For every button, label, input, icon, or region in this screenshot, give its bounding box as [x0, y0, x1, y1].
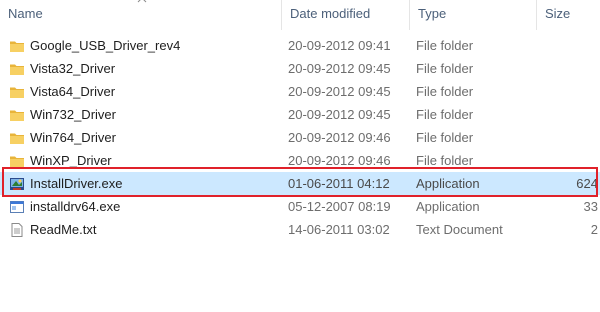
file-name: WinXP_Driver: [30, 153, 112, 168]
file-date-modified: 20-09-2012 09:45: [288, 84, 391, 99]
file-name: InstallDriver.exe: [30, 176, 123, 191]
file-size: [536, 80, 598, 103]
file-row[interactable]: Google_USB_Driver_rev4 20-09-2012 09:41 …: [0, 34, 600, 57]
column-header-row: Name Date modified Type Size: [0, 0, 600, 30]
file-row[interactable]: Vista64_Driver 20-09-2012 09:45 File fol…: [0, 80, 600, 103]
sort-ascending-icon: [137, 0, 147, 3]
file-date-modified: 20-09-2012 09:46: [288, 130, 391, 145]
file-type: Application: [416, 199, 480, 214]
folder-icon: [10, 133, 24, 144]
file-row[interactable]: Win764_Driver 20-09-2012 09:46 File fold…: [0, 126, 600, 149]
file-date-modified: 01-06-2011 04:12: [288, 176, 390, 191]
file-name: Win732_Driver: [30, 107, 116, 122]
folder-icon: [10, 110, 24, 121]
column-header-name[interactable]: Name: [0, 0, 281, 30]
file-row[interactable]: WinXP_Driver 20-09-2012 09:46 File folde…: [0, 149, 600, 172]
file-name: Google_USB_Driver_rev4: [30, 38, 181, 53]
file-name: ReadMe.txt: [30, 222, 97, 237]
file-row[interactable]: Win732_Driver 20-09-2012 09:45 File fold…: [0, 103, 600, 126]
folder-icon: [10, 156, 24, 167]
file-name: Vista64_Driver: [30, 84, 116, 99]
file-size: 33: [583, 199, 598, 214]
text-document-icon: [11, 223, 23, 237]
file-type: File folder: [416, 61, 474, 76]
file-list: Google_USB_Driver_rev4 20-09-2012 09:41 …: [0, 34, 600, 241]
folder-icon: [10, 64, 24, 75]
file-date-modified: 14-06-2011 03:02: [288, 222, 390, 237]
file-name: installdrv64.exe: [30, 199, 121, 214]
file-size: [536, 126, 598, 149]
installer-app-icon: [10, 178, 24, 190]
file-type: File folder: [416, 38, 474, 53]
file-date-modified: 05-12-2007 08:19: [288, 199, 391, 214]
folder-icon: [10, 41, 24, 52]
file-explorer-list: Name Date modified Type Size Google_USB_…: [0, 0, 600, 312]
application-icon: [10, 201, 24, 213]
file-size: [536, 34, 598, 57]
file-name: Vista32_Driver: [30, 61, 116, 76]
column-header-type[interactable]: Type: [409, 0, 536, 30]
folder-icon: [10, 87, 24, 98]
file-date-modified: 20-09-2012 09:45: [288, 107, 391, 122]
file-type: File folder: [416, 84, 474, 99]
column-header-size[interactable]: Size: [536, 0, 600, 30]
file-type: File folder: [416, 130, 474, 145]
file-size: 2: [590, 222, 598, 237]
file-size: [536, 103, 598, 126]
file-date-modified: 20-09-2012 09:45: [288, 61, 391, 76]
file-type: Text Document: [416, 222, 503, 237]
file-row[interactable]: installdrv64.exe 05-12-2007 08:19 Applic…: [0, 195, 600, 218]
file-size: [536, 57, 598, 80]
file-size: [536, 149, 598, 172]
column-header-date-modified[interactable]: Date modified: [281, 0, 409, 30]
file-row[interactable]: Vista32_Driver 20-09-2012 09:45 File fol…: [0, 57, 600, 80]
file-row-selected[interactable]: InstallDriver.exe 01-06-2011 04:12 Appli…: [0, 172, 600, 195]
file-type: File folder: [416, 153, 474, 168]
file-name: Win764_Driver: [30, 130, 116, 145]
file-size: 624: [576, 176, 598, 191]
file-row[interactable]: ReadMe.txt 14-06-2011 03:02 Text Documen…: [0, 218, 600, 241]
file-date-modified: 20-09-2012 09:46: [288, 153, 391, 168]
file-type: File folder: [416, 107, 474, 122]
file-type: Application: [416, 176, 480, 191]
file-date-modified: 20-09-2012 09:41: [288, 38, 391, 53]
